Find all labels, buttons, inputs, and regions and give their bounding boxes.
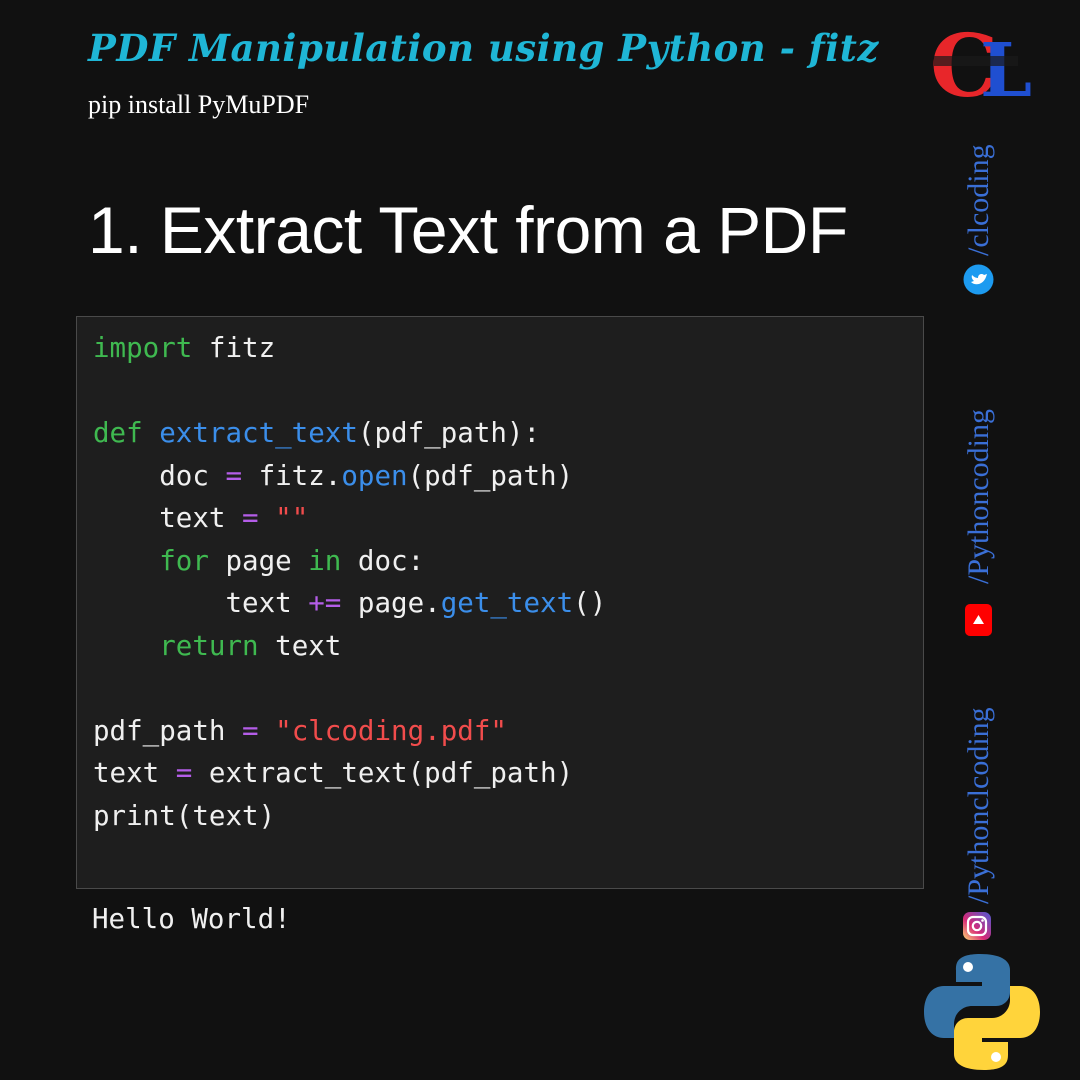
code-token: fitz	[192, 332, 276, 364]
code-token: extract_text(pdf_path)	[192, 757, 574, 789]
code-line: text = extract_text(pdf_path)	[93, 752, 606, 795]
code-token: "clcoding.pdf"	[275, 714, 507, 747]
code-token: doc	[93, 459, 226, 492]
code-line: import fitz	[93, 327, 606, 370]
code-line: doc = fitz.open(pdf_path)	[93, 455, 606, 498]
code-line: return text	[93, 625, 606, 668]
code-line: text = ""	[93, 497, 606, 540]
code-block: import fitz def extract_text(pdf_path): …	[76, 316, 924, 889]
code-line: def extract_text(pdf_path):	[93, 412, 606, 455]
code-token: =	[242, 714, 259, 747]
code-line: for page in doc:	[93, 540, 606, 583]
code-token: text	[258, 629, 342, 662]
code-token: extract_text	[159, 417, 358, 449]
code-token: return	[159, 629, 259, 662]
code-token: page	[208, 544, 309, 577]
instagram-icon[interactable]	[963, 912, 991, 940]
code-token: pdf_path	[93, 714, 243, 747]
code-token: page.	[341, 587, 441, 619]
section-heading: 1. Extract Text from a PDF	[88, 193, 848, 267]
code-line: pdf_path = "clcoding.pdf"	[93, 710, 606, 753]
code-token: (pdf_path):	[357, 417, 541, 449]
code-token: print(text)	[93, 799, 276, 832]
code-token: =	[225, 459, 243, 492]
code-token: +=	[308, 587, 342, 619]
code-token: open	[341, 459, 408, 492]
code-token: text	[93, 587, 309, 619]
code-token: text	[93, 757, 176, 789]
youtube-icon[interactable]	[965, 604, 992, 636]
code-token: =	[175, 757, 193, 789]
code-token: =	[242, 502, 259, 534]
code-token: ""	[275, 502, 309, 534]
program-output: Hello World!	[92, 903, 291, 935]
code-line: text += page.get_text()	[93, 582, 606, 625]
code-token: get_text	[440, 587, 574, 619]
page-title: PDF Manipulation using Python - fitz	[88, 26, 879, 70]
code-token: ()	[573, 587, 607, 619]
install-command: pip install PyMuPDF	[88, 90, 310, 119]
code-line: print(text)	[93, 795, 606, 838]
code-token: def	[93, 417, 143, 449]
code-token: in	[308, 544, 342, 577]
handle-twitter[interactable]: /clcoding	[962, 144, 996, 256]
handle-youtube[interactable]: /Pythoncoding	[962, 409, 996, 584]
clcoding-logo: C L	[930, 26, 1032, 102]
python-logo	[924, 954, 1040, 1070]
code-token: fitz.	[242, 459, 342, 492]
code-token: text	[93, 502, 243, 534]
code-token: doc:	[341, 544, 425, 577]
code-token: (pdf_path)	[407, 459, 574, 492]
code-token: import	[93, 332, 193, 364]
handle-instagram[interactable]: /Pythonclcoding	[962, 707, 996, 904]
code-token: for	[159, 544, 209, 577]
code-text: import fitz def extract_text(pdf_path): …	[93, 327, 606, 837]
twitter-icon[interactable]	[963, 264, 994, 295]
